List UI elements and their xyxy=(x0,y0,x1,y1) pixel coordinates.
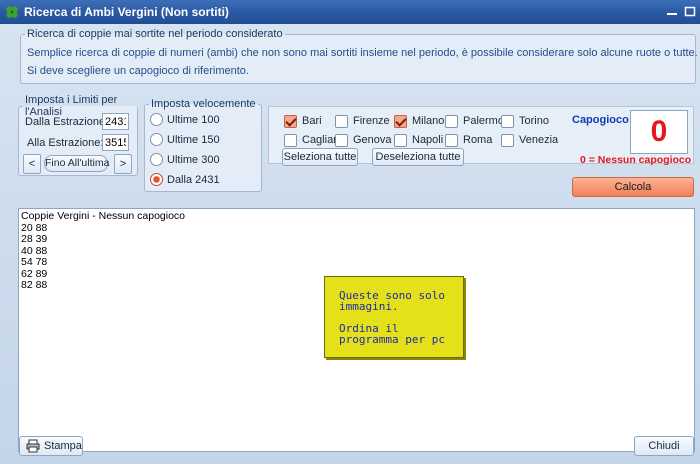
checkbox-palermo[interactable] xyxy=(445,115,458,128)
checkbox-roma[interactable] xyxy=(445,134,458,147)
checkbox-cagliari[interactable] xyxy=(284,134,297,147)
radio-label-ultime-100: Ultime 100 xyxy=(167,114,220,126)
radio-ultime-300[interactable] xyxy=(150,153,163,166)
checkbox-label-venezia: Venezia xyxy=(519,134,559,146)
checkbox-napoli[interactable] xyxy=(394,134,407,147)
from-extraction-input[interactable] xyxy=(102,113,129,130)
results-lines: Coppie Vergini - Nessun capogioco 20 88 … xyxy=(19,210,186,292)
demo-notice: Queste sono solo immagini. Ordina il pro… xyxy=(324,276,464,358)
select-all-button[interactable]: Seleziona tutte xyxy=(282,148,358,166)
checkbox-genova[interactable] xyxy=(335,134,348,147)
radio-ultime-100[interactable] xyxy=(150,113,163,126)
window-client: Ricerca di coppie mai sortite nel period… xyxy=(0,24,700,464)
checkbox-label-bari: Bari xyxy=(302,115,322,127)
print-button[interactable]: Stampa xyxy=(19,436,83,456)
results-line: Coppie Vergini - Nessun capogioco xyxy=(21,210,186,222)
close-button[interactable]: Chiudi xyxy=(634,436,694,456)
next-button[interactable]: > xyxy=(114,154,132,174)
capogioco-note: 0 = Nessun capogioco xyxy=(580,154,692,166)
speed-legend: Imposta velocemente xyxy=(151,98,256,110)
clover-icon xyxy=(6,6,18,18)
checkbox-venezia[interactable] xyxy=(501,134,514,147)
info-legend: Ricerca di coppie mai sortite nel period… xyxy=(27,28,283,40)
checkbox-milano[interactable] xyxy=(394,115,407,128)
maximize-icon[interactable] xyxy=(682,4,698,19)
title-bar: Ricerca di Ambi Vergini (Non sortiti) xyxy=(0,0,700,24)
checkbox-label-palermo: Palermo xyxy=(463,115,504,127)
info-line-2: Si deve scegliere un capogioco di riferi… xyxy=(27,65,249,77)
checkbox-label-genova: Genova xyxy=(353,134,392,146)
checkbox-label-cagliari: Cagliari xyxy=(302,134,340,146)
checkbox-label-firenze: Firenze xyxy=(353,115,390,127)
from-label: Dalla Estrazione: xyxy=(25,116,109,128)
capogioco-input[interactable]: 0 xyxy=(630,110,688,154)
checkbox-firenze[interactable] xyxy=(335,115,348,128)
to-extraction-input[interactable] xyxy=(102,134,129,151)
minimize-icon[interactable] xyxy=(664,4,680,19)
radio-label-ultime-150: Ultime 150 xyxy=(167,134,220,146)
results-line: 82 88 xyxy=(21,279,48,291)
results-line: 54 78 xyxy=(21,256,48,268)
notice-line-1: Queste sono solo immagini. xyxy=(339,289,445,313)
checkbox-label-roma: Roma xyxy=(463,134,493,146)
results-line: 28 39 xyxy=(21,233,48,245)
previous-button[interactable]: < xyxy=(23,154,41,174)
calcola-button[interactable]: Calcola xyxy=(572,177,694,197)
notice-line-2: Ordina il programma per pc xyxy=(339,322,445,346)
radio-ultime-150[interactable] xyxy=(150,133,163,146)
info-line-1: Semplice ricerca di coppie di numeri (am… xyxy=(27,47,698,59)
radio-dalla-2431[interactable] xyxy=(150,173,163,186)
checkbox-torino[interactable] xyxy=(501,115,514,128)
checkbox-label-torino: Torino xyxy=(519,115,549,127)
radio-label-dalla-2431: Dalla 2431 xyxy=(167,174,220,186)
printer-icon xyxy=(26,439,40,453)
print-label: Stampa xyxy=(44,440,82,452)
radio-label-ultime-300: Ultime 300 xyxy=(167,154,220,166)
checkbox-label-milano: Milano xyxy=(412,115,445,127)
to-label: Alla Estrazione: xyxy=(27,137,104,149)
deselect-all-button[interactable]: Deseleziona tutte xyxy=(372,148,464,166)
to-last-button[interactable]: Fino All'ultima xyxy=(44,155,109,172)
checkbox-bari[interactable] xyxy=(284,115,297,128)
window-title: Ricerca di Ambi Vergini (Non sortiti) xyxy=(24,5,229,19)
capogioco-label: Capogioco: xyxy=(572,114,633,126)
checkbox-label-napoli: Napoli xyxy=(412,134,444,146)
